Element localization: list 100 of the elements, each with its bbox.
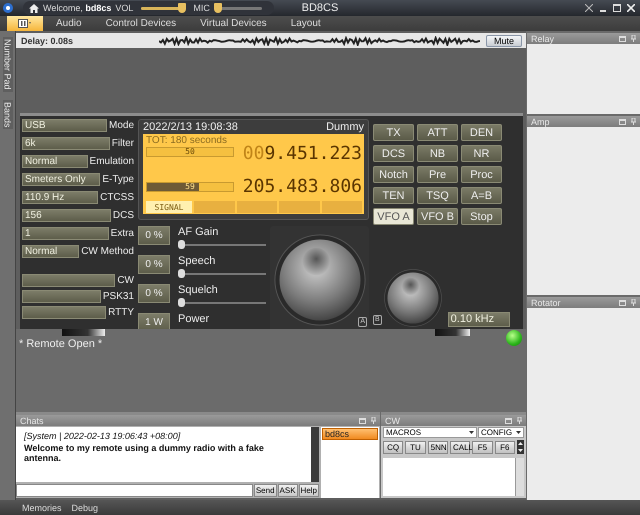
mode-label: PSK31 <box>102 291 134 302</box>
setting-label: Mode <box>108 120 134 131</box>
value-button[interactable]: 0 % <box>138 284 170 303</box>
radio-button[interactable]: NB <box>417 145 458 162</box>
frequency-digits: 9.451.223 <box>264 142 362 164</box>
level-strip <box>435 329 470 336</box>
menu-tab[interactable]: Control Devices <box>94 16 188 31</box>
close-icon[interactable] <box>627 4 635 12</box>
slider[interactable] <box>178 240 266 246</box>
setting-label: E-Type <box>102 174 134 185</box>
side-tab[interactable]: Number Pad <box>2 37 12 92</box>
radio-button[interactable]: Pre <box>417 166 458 183</box>
meter-reading: 59 <box>184 182 196 190</box>
macro-button[interactable]: F5 <box>472 440 493 454</box>
radio-button[interactable]: TX <box>373 124 414 141</box>
spin-arrows-icon[interactable] <box>516 440 524 454</box>
slider-thumb[interactable] <box>178 3 186 13</box>
sub-knob[interactable] <box>384 269 442 327</box>
mode-field[interactable] <box>22 306 106 319</box>
setting-label: Emulation <box>90 156 134 167</box>
mode-field[interactable] <box>22 290 101 303</box>
macro-button[interactable]: F6 <box>494 440 515 454</box>
tuning-knob[interactable] <box>274 234 366 326</box>
user-item[interactable]: bd8cs <box>322 428 378 440</box>
radio-button[interactable]: DCS <box>373 145 414 162</box>
display-tab[interactable]: SIGNAL <box>146 201 192 213</box>
radio-button[interactable]: ATT <box>417 124 458 141</box>
menu-tab[interactable]: Virtual Devices <box>189 16 278 31</box>
radio-button[interactable]: Stop <box>461 208 502 225</box>
macro-button[interactable]: TU <box>405 440 426 454</box>
side-tab[interactable]: Bands <box>2 100 12 130</box>
chat-button[interactable]: Help <box>298 484 319 497</box>
status-text: * Remote Open * <box>19 338 102 350</box>
menu-tab[interactable]: Audio <box>45 16 93 31</box>
setting-dropdown[interactable]: Normal <box>22 245 80 258</box>
control-label: Power <box>178 313 210 325</box>
menu-tab[interactable]: Layout <box>280 16 332 31</box>
setting-dropdown[interactable]: Normal <box>22 155 88 168</box>
chat-button[interactable]: Send <box>254 484 277 497</box>
scrollbar[interactable] <box>515 458 524 496</box>
setting-dropdown[interactable]: USB <box>22 119 107 132</box>
status-tab[interactable]: Debug <box>72 502 98 512</box>
dropdown-text: MACROS <box>386 428 422 437</box>
mode-field[interactable] <box>22 274 116 287</box>
radio-button[interactable]: DEN <box>461 124 502 141</box>
message-text: Welcome to my remote using a dummy radio with a fake antenna. <box>24 443 265 463</box>
radio-button[interactable]: NR <box>461 145 502 162</box>
macro-dropdown[interactable]: MACROS <box>383 427 477 438</box>
value-button[interactable]: 1 W <box>138 313 170 329</box>
radio-button[interactable]: TEN <box>373 187 414 204</box>
window-icon[interactable] <box>619 36 626 42</box>
window-icon[interactable] <box>619 300 626 306</box>
setting-label: Filter <box>112 138 134 149</box>
window-icon[interactable] <box>619 118 626 124</box>
radio-button[interactable]: VFO B <box>417 208 458 225</box>
slider-thumb[interactable] <box>178 298 185 307</box>
radio-button[interactable]: A=B <box>461 187 502 204</box>
chat-button[interactable]: ASK <box>278 484 298 497</box>
macro-button[interactable]: 5NN <box>428 440 448 454</box>
slider-thumb[interactable] <box>178 240 185 249</box>
slider[interactable] <box>178 298 266 304</box>
macro-dropdown[interactable]: CONFIG <box>478 427 524 438</box>
panel-title: CW <box>385 416 401 426</box>
panel-title: Chats <box>20 416 45 426</box>
slider-thumb[interactable] <box>178 269 185 278</box>
caret-icon <box>516 431 521 434</box>
setting-dropdown[interactable]: 110.9 Hz <box>22 191 98 204</box>
frequency-digits: 205.483.806 <box>242 176 362 196</box>
radio-button[interactable]: Proc <box>461 166 502 183</box>
radio-button[interactable]: TSQ <box>417 187 458 204</box>
setting-dropdown[interactable]: 6k <box>22 137 110 150</box>
setting-label: CTCSS <box>100 192 134 203</box>
window-icon[interactable] <box>359 418 366 424</box>
maximize-icon[interactable] <box>613 4 621 12</box>
layout-icon <box>18 19 32 28</box>
setting-dropdown[interactable]: Smeters Only <box>22 173 100 186</box>
setting-dropdown[interactable]: 1 <box>22 227 109 240</box>
chat-input[interactable] <box>16 484 253 497</box>
macro-button[interactable]: CQ <box>383 440 404 454</box>
slider-thumb[interactable] <box>214 3 222 13</box>
setting-label: DCS <box>112 210 134 221</box>
step-field[interactable]: 0.10 kHz <box>448 312 510 327</box>
mute-button[interactable]: Mute <box>486 34 522 46</box>
panel-title: Rotator <box>531 298 562 308</box>
radio-button[interactable]: VFO A <box>373 208 414 225</box>
setting-dropdown[interactable]: 156 <box>22 209 111 222</box>
macro-button[interactable]: CALL <box>450 440 470 454</box>
home-icon[interactable] <box>29 4 39 12</box>
tot-text: TOT: 180 seconds <box>146 135 228 146</box>
app-icon[interactable] <box>3 3 13 13</box>
menu-tab[interactable] <box>7 16 43 31</box>
value-button[interactable]: 0 % <box>138 226 170 245</box>
status-tab[interactable]: Memories <box>22 502 62 512</box>
window-title: BD8CS <box>302 2 338 14</box>
radio-button[interactable]: Notch <box>373 166 414 183</box>
scrollbar[interactable] <box>311 427 319 482</box>
window-icon[interactable] <box>505 418 512 424</box>
meter-reading: 50 <box>184 147 196 156</box>
slider[interactable] <box>178 269 266 275</box>
value-button[interactable]: 0 % <box>138 255 170 274</box>
